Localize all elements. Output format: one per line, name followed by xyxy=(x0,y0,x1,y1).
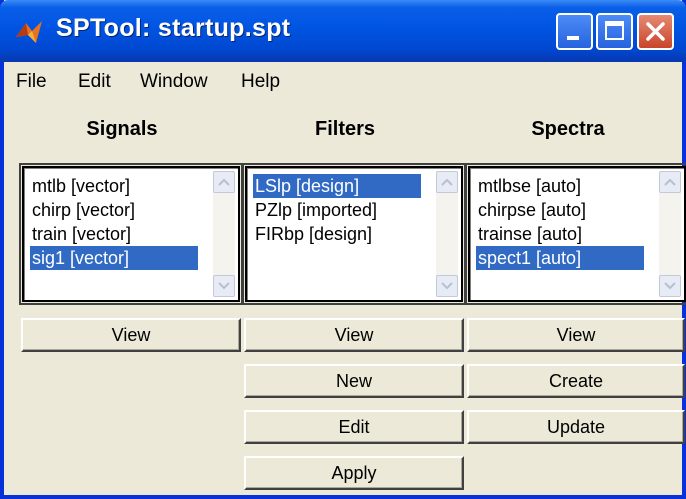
filters-listbox[interactable]: LSlp [design] PZlp [imported] FIRbp [des… xyxy=(242,163,466,305)
list-item[interactable]: mtlbse [auto] xyxy=(476,174,581,198)
minimize-icon xyxy=(567,36,579,40)
chevron-down-icon xyxy=(664,282,676,290)
list-item[interactable]: mtlb [vector] xyxy=(30,174,130,198)
list-item[interactable]: chirp [vector] xyxy=(30,198,135,222)
list-item-selected[interactable]: LSlp [design] xyxy=(253,174,421,198)
filters-apply-button[interactable]: Apply xyxy=(244,456,464,490)
window-title: SPTool: startup.spt xyxy=(56,14,291,42)
minimize-button[interactable] xyxy=(556,13,593,50)
filters-scrollbar[interactable] xyxy=(436,171,458,297)
scroll-up-button[interactable] xyxy=(213,171,235,193)
chevron-up-icon xyxy=(664,178,676,186)
menu-help[interactable]: Help xyxy=(241,71,280,93)
list-item-selected[interactable]: sig1 [vector] xyxy=(30,246,198,270)
signals-scrollbar[interactable] xyxy=(213,171,235,297)
scroll-up-button[interactable] xyxy=(659,171,681,193)
list-item[interactable]: train [vector] xyxy=(30,222,131,246)
signals-listbox[interactable]: mtlb [vector] chirp [vector] train [vect… xyxy=(19,163,243,305)
list-item[interactable]: chirpse [auto] xyxy=(476,198,586,222)
spectra-update-button[interactable]: Update xyxy=(467,410,685,444)
filters-new-button[interactable]: New xyxy=(244,364,464,398)
menu-window[interactable]: Window xyxy=(140,71,208,93)
sptool-window: SPTool: startup.spt File Edit Window Hel… xyxy=(0,0,686,499)
spectra-scrollbar[interactable] xyxy=(659,171,681,297)
chevron-down-icon xyxy=(441,282,453,290)
scroll-down-button[interactable] xyxy=(659,275,681,297)
title-bar[interactable]: SPTool: startup.spt xyxy=(0,0,686,62)
spectra-view-button[interactable]: View xyxy=(467,318,685,352)
scroll-down-button[interactable] xyxy=(213,275,235,297)
chevron-down-icon xyxy=(218,282,230,290)
filters-heading: Filters xyxy=(314,118,376,140)
scroll-down-button[interactable] xyxy=(436,275,458,297)
list-item[interactable]: PZlp [imported] xyxy=(253,198,377,222)
signals-heading: Signals xyxy=(86,118,158,140)
close-button[interactable] xyxy=(637,13,674,50)
list-item[interactable]: FIRbp [design] xyxy=(253,222,372,246)
scroll-up-button[interactable] xyxy=(436,171,458,193)
filters-edit-button[interactable]: Edit xyxy=(244,410,464,444)
menu-file[interactable]: File xyxy=(16,71,47,93)
spectra-create-button[interactable]: Create xyxy=(467,364,685,398)
matlab-logo-icon xyxy=(16,21,42,43)
chevron-up-icon xyxy=(218,178,230,186)
chevron-up-icon xyxy=(441,178,453,186)
menu-edit[interactable]: Edit xyxy=(78,71,111,93)
maximize-button[interactable] xyxy=(596,13,633,50)
list-item-selected[interactable]: spect1 [auto] xyxy=(476,246,644,270)
close-icon xyxy=(646,22,665,41)
menu-bar: File Edit Window Help xyxy=(4,62,682,102)
spectra-listbox[interactable]: mtlbse [auto] chirpse [auto] trainse [au… xyxy=(465,163,686,305)
signals-view-button[interactable]: View xyxy=(21,318,241,352)
spectra-heading: Spectra xyxy=(531,118,605,140)
filters-view-button[interactable]: View xyxy=(244,318,464,352)
maximize-icon xyxy=(605,21,624,40)
list-item[interactable]: trainse [auto] xyxy=(476,222,582,246)
